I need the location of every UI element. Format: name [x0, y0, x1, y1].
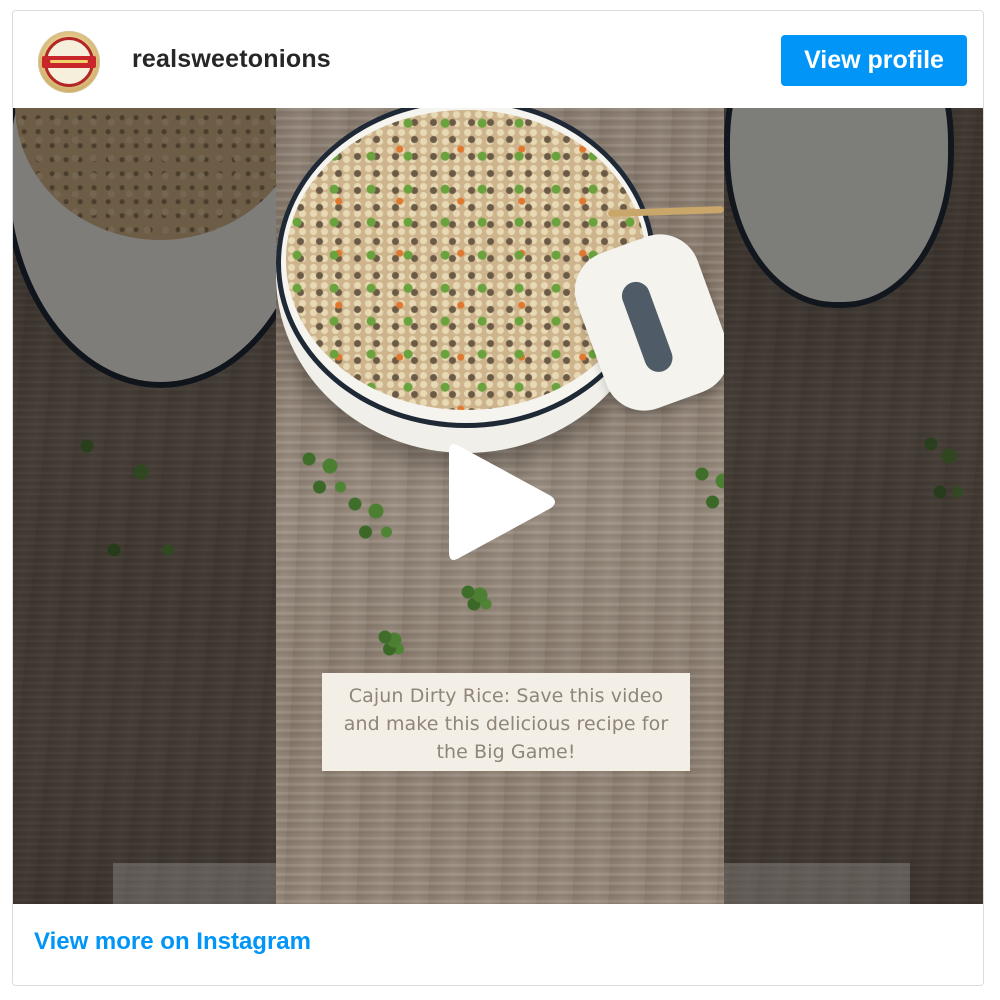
dim-overlay-left [13, 108, 276, 904]
embed-header: realsweetonions View profile [13, 11, 983, 108]
video-caption: Cajun Dirty Rice: Save this video and ma… [343, 685, 669, 763]
logo-band [42, 56, 96, 68]
dimmed-caption-left [113, 863, 276, 904]
play-icon[interactable] [445, 438, 560, 566]
avatar[interactable] [38, 31, 100, 93]
scallion-image [456, 583, 496, 613]
video-preview[interactable]: Cajun Dirty Rice: Save this video and ma… [13, 108, 983, 904]
dim-overlay-right [724, 108, 983, 904]
instagram-embed: realsweetonions View profile Cajun Dirty… [12, 10, 984, 986]
rice-pot-image [276, 108, 724, 453]
video-caption-box: Cajun Dirty Rice: Save this video and ma… [322, 673, 690, 771]
view-profile-button[interactable]: View profile [781, 35, 967, 86]
scallion-image [376, 628, 406, 658]
embed-footer: View more on Instagram [13, 904, 983, 985]
parsley-image [334, 483, 404, 553]
username[interactable]: realsweetonions [132, 45, 331, 74]
dimmed-caption-right [724, 863, 910, 904]
view-more-link[interactable]: View more on Instagram [34, 928, 311, 956]
parsley-image [681, 453, 724, 523]
play-icon-shape [449, 444, 555, 560]
